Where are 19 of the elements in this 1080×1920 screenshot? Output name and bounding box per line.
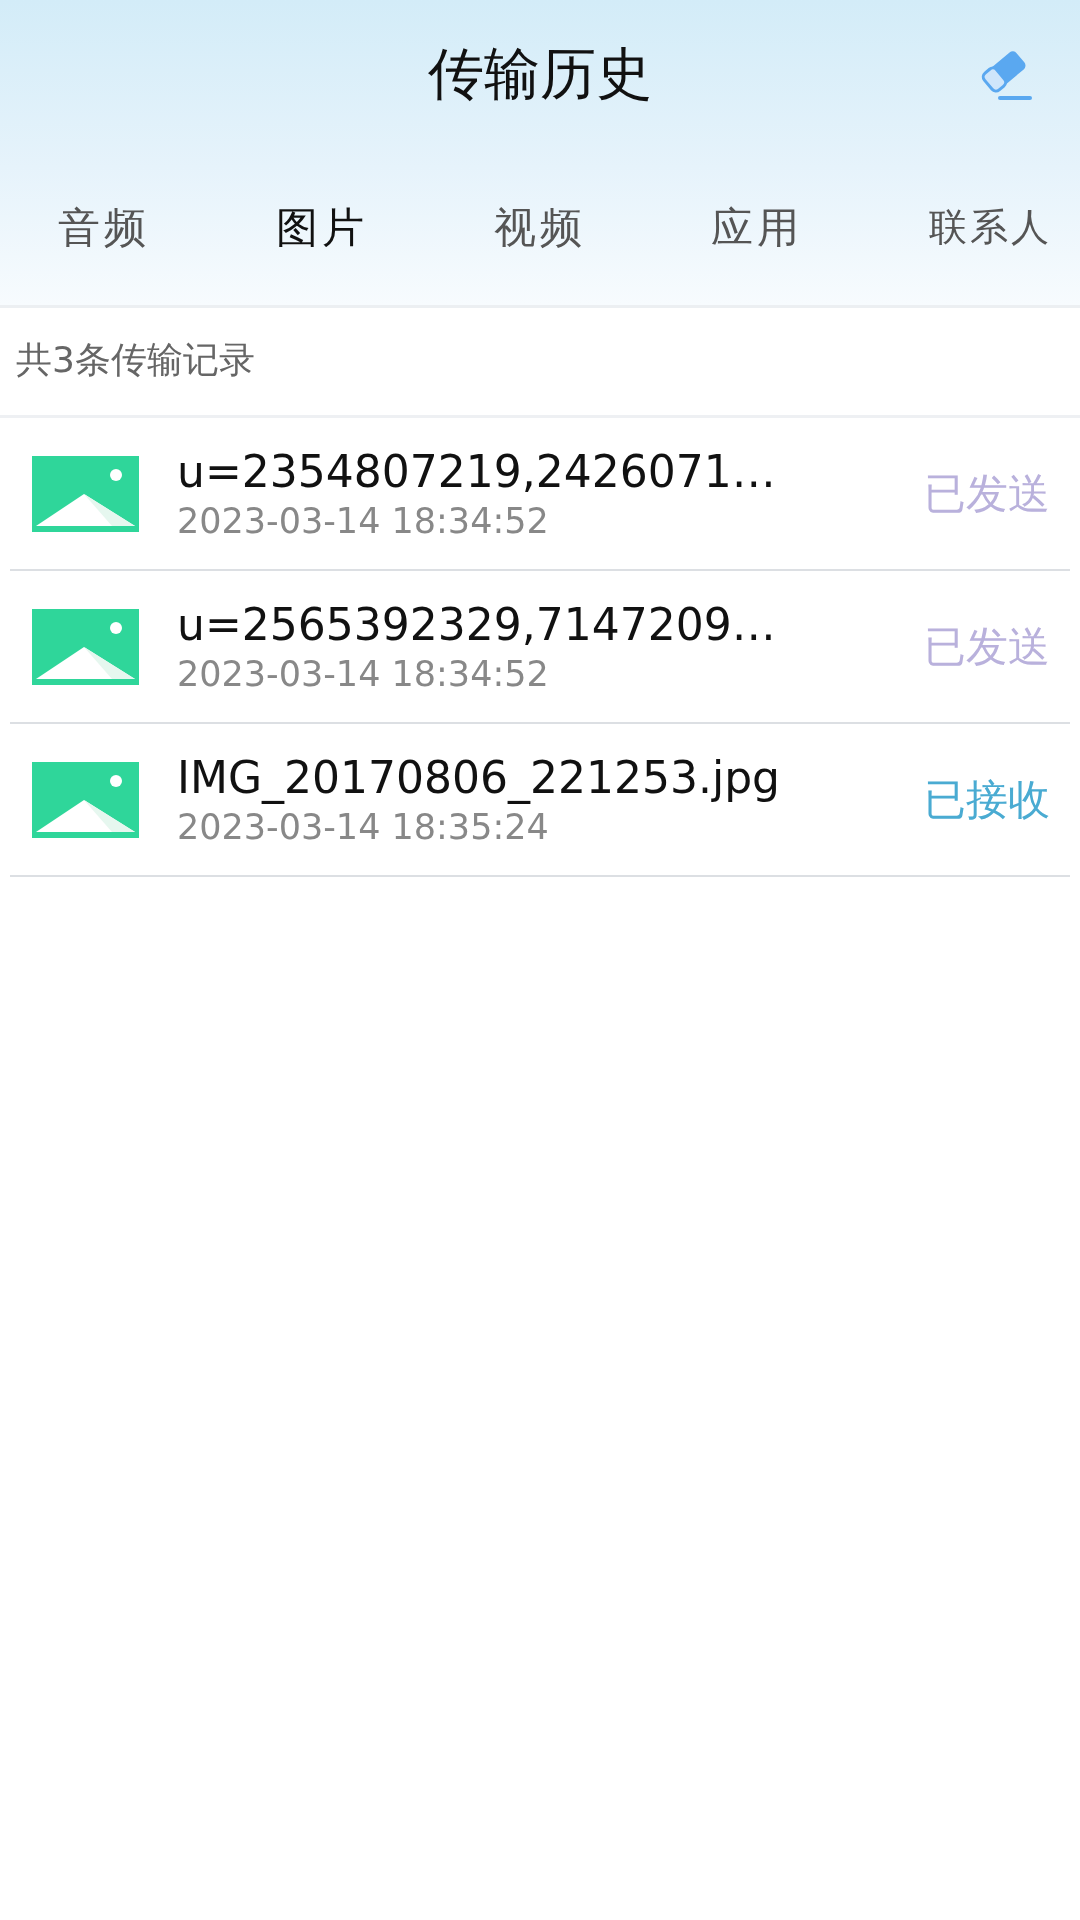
image-icon	[32, 761, 139, 838]
tab[interactable]: 音频	[58, 199, 150, 256]
image-icon	[32, 455, 139, 532]
transfer-status: 已发送	[924, 467, 1050, 520]
image-icon	[32, 608, 139, 685]
tab[interactable]: 应用	[711, 199, 804, 256]
transfer-status: 已发送	[924, 620, 1050, 673]
tab[interactable]: 图片	[275, 199, 368, 256]
transfer-time: 2023-03-14 18:34:52	[177, 654, 550, 694]
file-name: u=2354807219,2426071…	[177, 446, 777, 497]
file-name: u=2565392329,7147209…	[177, 599, 777, 650]
tab[interactable]: 视频	[493, 199, 586, 256]
tab[interactable]: 联系人	[929, 202, 1052, 253]
transfer-time: 2023-03-14 18:34:52	[177, 501, 550, 541]
record-count: 共3条传输记录	[0, 308, 1080, 418]
transfer-status: 已接收	[924, 773, 1050, 826]
file-name: IMG_20170806_221253.jpg	[177, 752, 782, 803]
transfer-time: 2023-03-14 18:35:24	[177, 807, 550, 847]
window-title: 传输历史	[428, 40, 652, 108]
